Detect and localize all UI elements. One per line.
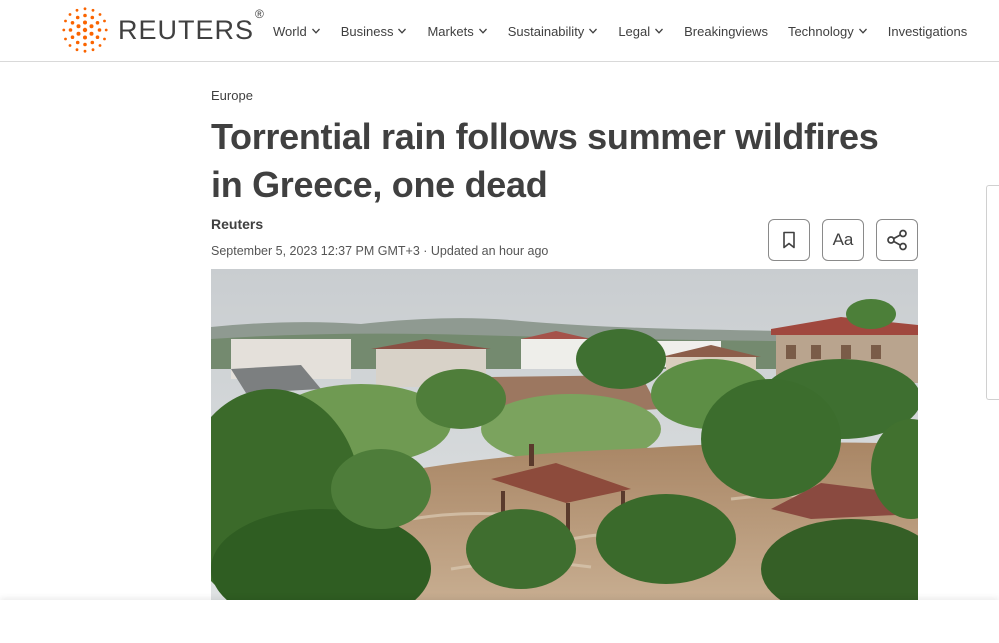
nav-technology[interactable]: Technology	[788, 24, 868, 39]
nav-breakingviews[interactable]: Breakingviews	[684, 24, 768, 39]
site-header: REUTERS® World Business Markets Sustaina…	[0, 0, 999, 62]
nav-sustainability-label: Sustainability	[507, 23, 585, 39]
reuters-logo-icon	[62, 7, 108, 53]
chevron-down-icon	[311, 28, 320, 34]
text-size-button[interactable]: Aa	[822, 219, 864, 261]
nav-business[interactable]: Business	[341, 24, 408, 39]
nav-sustainability[interactable]: Sustainability	[508, 24, 599, 39]
chevron-down-icon	[398, 28, 407, 34]
nav-legal[interactable]: Legal	[618, 24, 664, 39]
chevron-down-icon	[478, 28, 487, 34]
nav-technology-label: Technology	[787, 23, 854, 39]
nav-markets-label: Markets	[427, 23, 474, 39]
reuters-logo[interactable]: REUTERS®	[60, 7, 265, 53]
article-lead-photo[interactable]	[211, 269, 918, 600]
flood-photo-illustration	[211, 269, 918, 600]
nav-world-label: World	[273, 23, 307, 39]
nav-legal-label: Legal	[618, 23, 651, 39]
bookmark-icon	[783, 231, 795, 249]
chevron-down-icon	[858, 28, 867, 34]
bottom-bar	[0, 600, 999, 643]
nav-investigations[interactable]: Investigations	[888, 24, 968, 39]
nav-business-label: Business	[340, 23, 394, 39]
bookmark-button[interactable]	[768, 219, 810, 261]
chevron-down-icon	[655, 28, 664, 34]
reuters-wordmark: REUTERS®	[118, 6, 265, 45]
section-link[interactable]: Europe	[211, 88, 253, 103]
author-byline[interactable]: Reuters	[211, 216, 263, 232]
nav-world[interactable]: World	[273, 24, 321, 39]
share-button[interactable]	[876, 219, 918, 261]
main-nav: World Business Markets Sustainability Le…	[273, 0, 967, 62]
article-headline: Torrential rain follows summer wildfires…	[211, 116, 879, 205]
article-tools: Aa	[768, 219, 918, 261]
share-icon	[887, 229, 907, 251]
side-panel-edge[interactable]	[986, 185, 999, 400]
article-dateline: September 5, 2023 12:37 PM GMT+3 · Updat…	[211, 244, 549, 258]
nav-investigations-label: Investigations	[887, 23, 968, 39]
text-size-label: Aa	[832, 230, 854, 249]
nav-breakingviews-label: Breakingviews	[684, 23, 768, 39]
chevron-down-icon	[589, 28, 598, 34]
nav-markets[interactable]: Markets	[427, 24, 487, 39]
